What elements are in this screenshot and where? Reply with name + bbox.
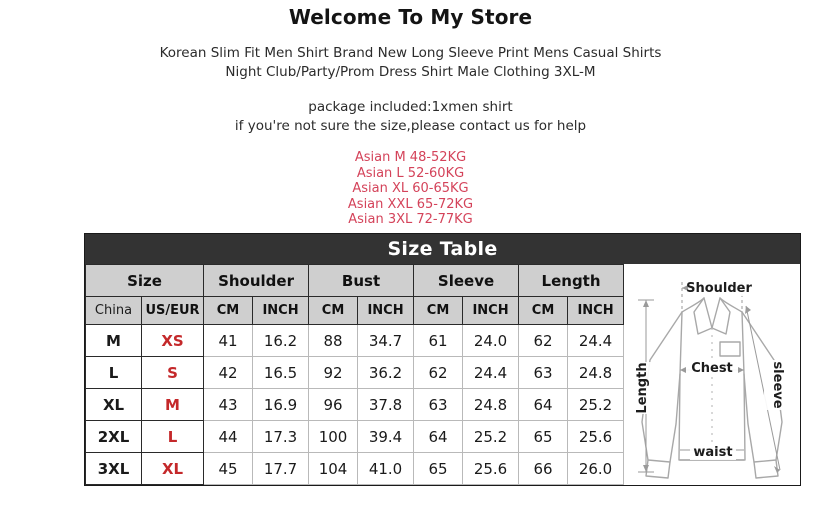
shirt-measurement-diagram: Shoulder Chest waist Length sleeve — [624, 264, 800, 485]
diagram-label-sleeve: sleeve — [770, 361, 785, 408]
unit-header-sleeve-cm: CM — [413, 296, 464, 325]
diagram-label-length: Length — [635, 362, 650, 413]
weight-guide-item: Asian XL 60-65KG — [352, 181, 469, 196]
cell-sleeve-inch: 25.2 — [462, 420, 520, 453]
cell-china: L — [85, 356, 142, 389]
table-row: M XS 41 16.2 88 34.7 61 24.0 62 24.4 — [85, 324, 625, 357]
cell-shoulder-inch: 16.9 — [252, 388, 310, 421]
table-row: 3XL XL 45 17.7 104 41.0 65 25.6 66 26.0 — [85, 452, 625, 485]
weight-guide-item: Asian M 48-52KG — [354, 150, 467, 165]
cell-china: M — [85, 324, 142, 357]
cell-bust-inch: 37.8 — [357, 388, 415, 421]
cell-sleeve-inch: 24.4 — [462, 356, 520, 389]
group-header-length: Length — [518, 264, 625, 297]
size-table-body: M XS 41 16.2 88 34.7 61 24.0 62 24.4 L S… — [85, 324, 625, 485]
package-info: package included:1xmen shirt if you're n… — [0, 98, 821, 136]
unit-header-useur: US/EUR — [140, 296, 205, 325]
cell-china: 3XL — [85, 452, 142, 485]
unit-header-shoulder-inch: INCH — [252, 296, 310, 325]
cell-length-inch: 24.4 — [567, 324, 625, 357]
group-header-bust: Bust — [308, 264, 415, 297]
cell-sleeve-inch: 24.0 — [462, 324, 520, 357]
cell-shoulder-cm: 44 — [203, 420, 254, 453]
size-table-table: Size Shoulder Bust Sleeve Length China U… — [84, 264, 625, 485]
cell-useur: S — [140, 356, 205, 389]
package-info-line-1: package included:1xmen shirt — [308, 99, 513, 115]
cell-china: 2XL — [85, 420, 142, 453]
cell-bust-inch: 41.0 — [357, 452, 415, 485]
cell-bust-cm: 92 — [308, 356, 359, 389]
table-row: XL M 43 16.9 96 37.8 63 24.8 64 25.2 — [85, 388, 625, 421]
product-description-line-2: Night Club/Party/Prom Dress Shirt Male C… — [225, 64, 596, 80]
cell-length-cm: 62 — [518, 324, 569, 357]
table-row: L S 42 16.5 92 36.2 62 24.4 63 24.8 — [85, 356, 625, 389]
cell-length-cm: 63 — [518, 356, 569, 389]
unit-header-length-inch: INCH — [567, 296, 625, 325]
product-description: Korean Slim Fit Men Shirt Brand New Long… — [0, 44, 821, 82]
product-description-line-1: Korean Slim Fit Men Shirt Brand New Long… — [159, 45, 662, 61]
size-table-grid: Size Shoulder Bust Sleeve Length China U… — [84, 264, 800, 485]
group-header-sleeve: Sleeve — [413, 264, 520, 297]
cell-sleeve-cm: 63 — [413, 388, 464, 421]
cell-useur: M — [140, 388, 205, 421]
cell-china: XL — [85, 388, 142, 421]
cell-shoulder-inch: 17.7 — [252, 452, 310, 485]
diagram-label-waist: waist — [693, 445, 732, 460]
unit-header-shoulder-cm: CM — [203, 296, 254, 325]
cell-shoulder-inch: 17.3 — [252, 420, 310, 453]
cell-length-inch: 25.2 — [567, 388, 625, 421]
cell-length-inch: 26.0 — [567, 452, 625, 485]
weight-guide-item: Asian 3XL 72-77KG — [348, 212, 473, 227]
unit-header-bust-inch: INCH — [357, 296, 415, 325]
cell-sleeve-cm: 61 — [413, 324, 464, 357]
cell-length-cm: 66 — [518, 452, 569, 485]
unit-header-length-cm: CM — [518, 296, 569, 325]
cell-bust-cm: 104 — [308, 452, 359, 485]
cell-shoulder-cm: 43 — [203, 388, 254, 421]
cell-sleeve-inch: 24.8 — [462, 388, 520, 421]
diagram-label-chest: Chest — [691, 361, 733, 376]
package-info-line-2: if you're not sure the size,please conta… — [234, 118, 587, 134]
cell-bust-inch: 39.4 — [357, 420, 415, 453]
weight-guide-item: Asian L 52-60KG — [356, 165, 465, 181]
unit-header-china: China — [85, 296, 142, 325]
cell-length-cm: 64 — [518, 388, 569, 421]
cell-length-inch: 25.6 — [567, 420, 625, 453]
unit-header-sleeve-inch: INCH — [462, 296, 520, 325]
cell-length-cm: 65 — [518, 420, 569, 453]
group-header-size: Size — [84, 264, 205, 297]
size-table: Size Table Size Shoulder Bust Sleeve Len… — [84, 233, 801, 486]
cell-sleeve-cm: 64 — [413, 420, 464, 453]
cell-length-inch: 24.8 — [567, 356, 625, 389]
cell-shoulder-cm: 45 — [203, 452, 254, 485]
cell-bust-cm: 96 — [308, 388, 359, 421]
cell-bust-inch: 34.7 — [357, 324, 415, 357]
cell-useur: L — [140, 420, 205, 453]
unit-header-bust-cm: CM — [308, 296, 359, 325]
intro-block: Welcome To My Store Korean Slim Fit Men … — [0, 0, 821, 228]
weight-guide-item: Asian XXL 65-72KG — [347, 196, 474, 212]
size-table-banner: Size Table — [85, 234, 800, 264]
cell-bust-cm: 100 — [308, 420, 359, 453]
cell-bust-cm: 88 — [308, 324, 359, 357]
cell-bust-inch: 36.2 — [357, 356, 415, 389]
page-title: Welcome To My Store — [288, 5, 533, 29]
cell-sleeve-cm: 65 — [413, 452, 464, 485]
shirt-diagram-svg: Shoulder Chest waist Length sleeve — [635, 278, 785, 479]
cell-useur: XS — [140, 324, 205, 357]
cell-shoulder-cm: 42 — [203, 356, 254, 389]
cell-sleeve-cm: 62 — [413, 356, 464, 389]
cell-shoulder-inch: 16.5 — [252, 356, 310, 389]
cell-sleeve-inch: 25.6 — [462, 452, 520, 485]
table-row: 2XL L 44 17.3 100 39.4 64 25.2 65 25.6 — [85, 420, 625, 453]
size-table-unit-header-row: China US/EUR CM INCH CM INCH CM INCH CM … — [85, 296, 625, 325]
cell-shoulder-inch: 16.2 — [252, 324, 310, 357]
group-header-shoulder: Shoulder — [203, 264, 310, 297]
cell-shoulder-cm: 41 — [203, 324, 254, 357]
size-table-group-header-row: Size Shoulder Bust Sleeve Length — [84, 264, 625, 297]
cell-useur: XL — [140, 452, 205, 485]
diagram-label-shoulder: Shoulder — [686, 281, 752, 296]
weight-guide: Asian M 48-52KG Asian L 52-60KG Asian XL… — [0, 150, 821, 228]
